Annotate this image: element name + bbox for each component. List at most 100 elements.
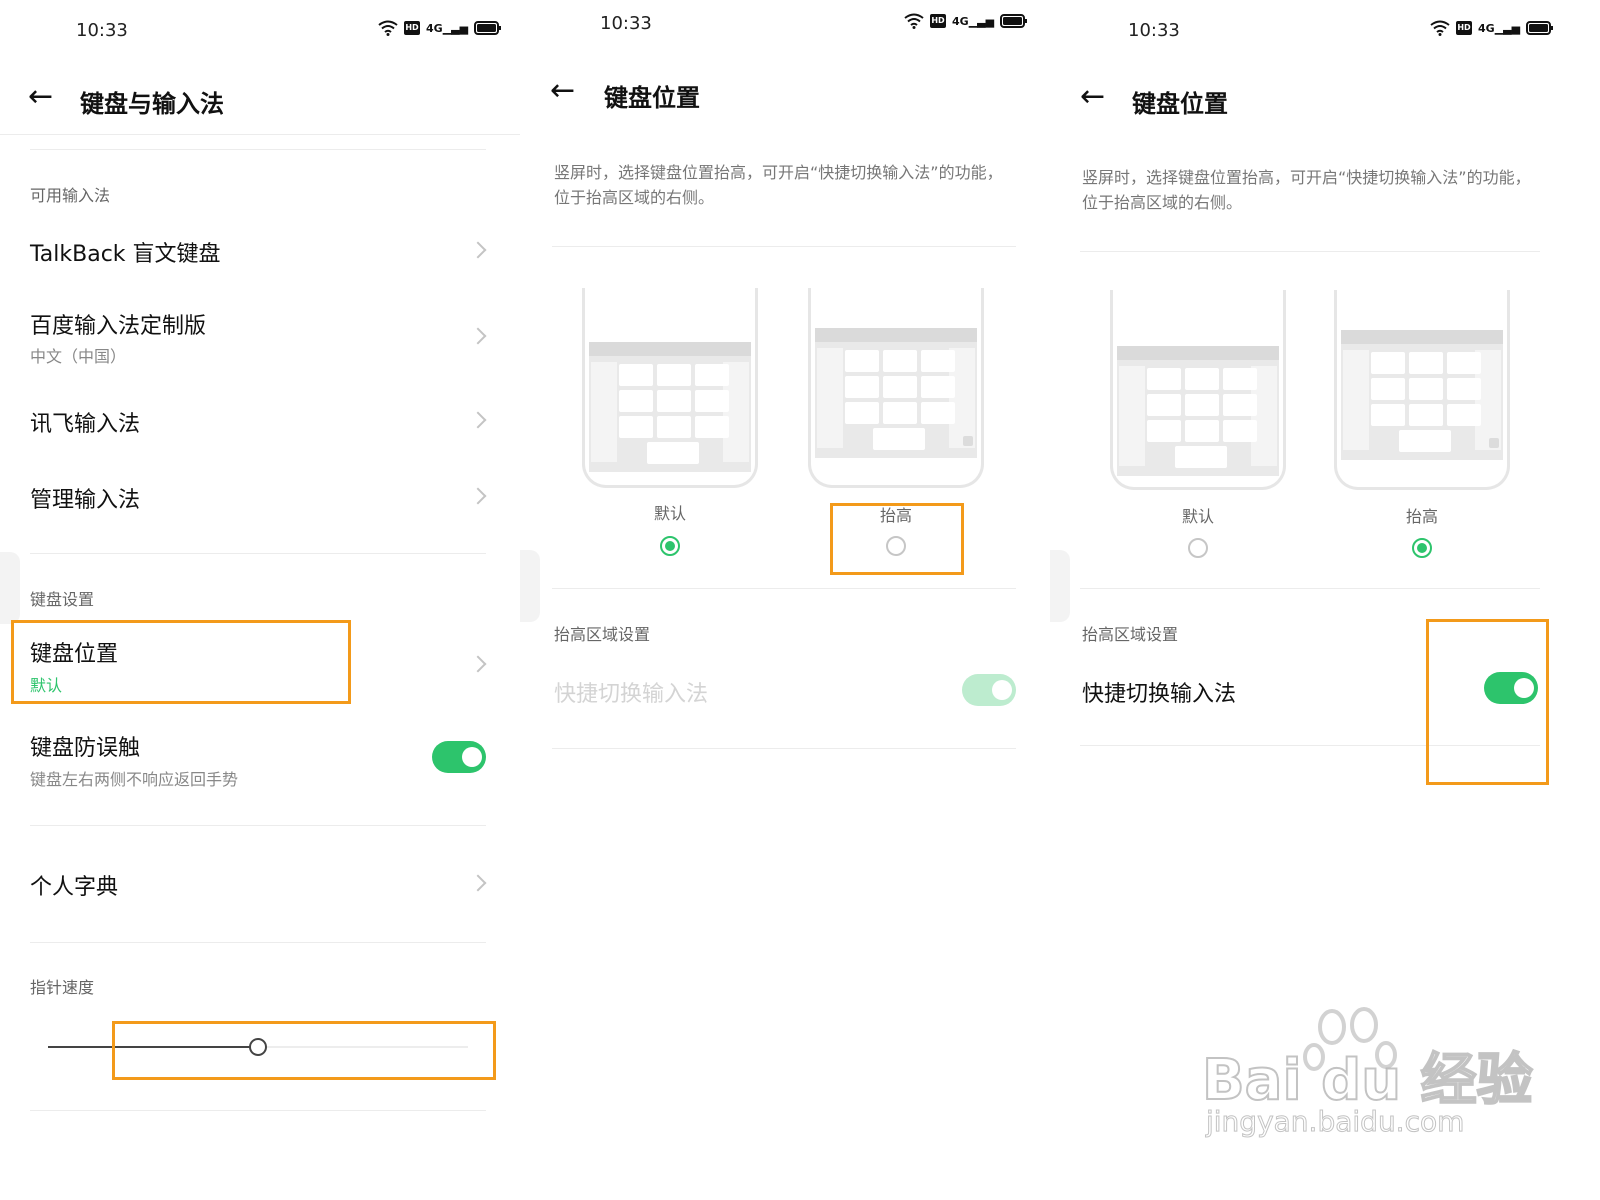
chevron-right-icon bbox=[469, 874, 487, 892]
radio-default[interactable] bbox=[660, 536, 680, 556]
divider bbox=[30, 149, 486, 150]
divider bbox=[552, 748, 1016, 749]
watermark-url: jingyan.baidu.com bbox=[1205, 1105, 1465, 1139]
phone-preview-raised bbox=[1334, 290, 1510, 490]
list-item-title: 讯飞输入法 bbox=[30, 412, 141, 437]
signal-label: 4G bbox=[952, 14, 969, 28]
back-arrow-icon[interactable]: ← bbox=[1080, 82, 1105, 112]
highlight-box bbox=[830, 503, 964, 575]
quick-switch-key bbox=[1489, 438, 1499, 448]
back-arrow-icon[interactable]: ← bbox=[550, 76, 575, 106]
header-divider bbox=[0, 134, 520, 135]
side-gesture-tab bbox=[520, 550, 540, 622]
option-default[interactable]: 默认 bbox=[582, 288, 762, 568]
chevron-right-icon bbox=[469, 327, 487, 345]
signal-icon: 4G▁▃▅ bbox=[426, 21, 469, 35]
watermark-brand: Bai du 经验 bbox=[1201, 1047, 1534, 1114]
signal-icon: 4G▁▃▅ bbox=[952, 14, 995, 28]
option-default[interactable]: 默认 bbox=[1110, 290, 1290, 570]
battery-icon bbox=[1000, 14, 1028, 28]
section-keyboard-settings: 键盘设置 bbox=[30, 590, 95, 609]
list-item-xunfei-ime[interactable]: 讯飞输入法 bbox=[0, 392, 520, 452]
list-item-title: TalkBack 盲文键盘 bbox=[30, 242, 221, 267]
keyboard-illustration bbox=[1341, 330, 1503, 460]
signal-label: 4G bbox=[1478, 21, 1495, 35]
list-item-title: 快捷切换输入法 bbox=[554, 682, 709, 707]
divider bbox=[1080, 251, 1540, 252]
hd-icon: HD bbox=[404, 21, 420, 35]
panel-keyboard-input: 10:33 HD 4G▁▃▅ ← 键盘与输入法 可用输入法 TalkBack 盲… bbox=[0, 0, 520, 1200]
wifi-icon bbox=[904, 13, 924, 29]
phone-preview-default bbox=[1110, 290, 1286, 490]
page-title: 键盘位置 bbox=[1132, 90, 1228, 118]
status-time: 10:33 bbox=[600, 13, 652, 34]
divider bbox=[552, 588, 1016, 589]
highlight-box bbox=[112, 1021, 496, 1080]
side-gesture-tab bbox=[1050, 550, 1070, 622]
mistouch-toggle[interactable] bbox=[432, 741, 486, 773]
quick-switch-toggle[interactable] bbox=[962, 674, 1016, 706]
page-title: 键盘与输入法 bbox=[80, 90, 224, 118]
option-label: 抬高 bbox=[1405, 507, 1438, 526]
signal-label: 4G bbox=[426, 21, 443, 35]
section-pointer-speed: 指针速度 bbox=[30, 978, 95, 997]
divider bbox=[30, 553, 486, 554]
list-item-title: 百度输入法定制版 bbox=[30, 314, 207, 339]
keyboard-illustration bbox=[589, 342, 751, 472]
section-available-ime: 可用输入法 bbox=[30, 186, 111, 205]
list-item-title: 键盘防误触 bbox=[30, 736, 141, 761]
list-item-subtitle: 中文（中国） bbox=[30, 347, 127, 366]
hd-icon: HD bbox=[1456, 21, 1472, 35]
battery-icon bbox=[474, 21, 502, 35]
list-item-title: 快捷切换输入法 bbox=[1082, 682, 1237, 707]
radio-raised[interactable] bbox=[1412, 538, 1432, 558]
list-item-manage-ime[interactable]: 管理输入法 bbox=[0, 468, 520, 528]
option-label: 默认 bbox=[1181, 507, 1214, 526]
toggle-knob bbox=[462, 747, 482, 767]
chevron-right-icon bbox=[469, 411, 487, 429]
divider bbox=[30, 942, 486, 943]
page-description: 竖屏时，选择键盘位置抬高，可开启“快捷切换输入法”的功能，位于抬高区域的右侧。 bbox=[1082, 168, 1531, 212]
list-item-subtitle: 键盘左右两侧不响应返回手势 bbox=[30, 770, 239, 789]
wifi-icon bbox=[1430, 20, 1450, 36]
wifi-icon bbox=[378, 20, 398, 36]
list-item-mistouch: 键盘防误触 键盘左右两侧不响应返回手势 bbox=[0, 720, 520, 800]
status-time: 10:33 bbox=[1128, 20, 1180, 41]
section-raised-area: 抬高区域设置 bbox=[554, 625, 651, 644]
panel-keyboard-position-raised: 10:33 HD 4G▁▃▅ ← 键盘位置 竖屏时，选择键盘位置抬高，可开启“快… bbox=[1050, 0, 1600, 1200]
page-description: 竖屏时，选择键盘位置抬高，可开启“快捷切换输入法”的功能，位于抬高区域的右侧。 bbox=[554, 163, 1003, 207]
list-item-baidu-ime[interactable]: 百度输入法定制版 中文（中国） bbox=[0, 300, 520, 372]
list-item-talkback[interactable]: TalkBack 盲文键盘 bbox=[0, 220, 520, 280]
status-time: 10:33 bbox=[76, 20, 128, 41]
option-label: 默认 bbox=[653, 504, 686, 523]
quick-switch-key bbox=[963, 436, 973, 446]
panel-keyboard-position-default: 10:33 HD 4G▁▃▅ ← 键盘位置 竖屏时，选择键盘位置抬高，可开启“快… bbox=[520, 0, 1050, 1200]
list-item-personal-dictionary[interactable]: 个人字典 bbox=[0, 855, 520, 915]
toggle-knob bbox=[992, 680, 1012, 700]
list-item-title: 管理输入法 bbox=[30, 488, 141, 513]
battery-icon bbox=[1526, 21, 1554, 35]
chevron-right-icon bbox=[469, 655, 487, 673]
keyboard-illustration bbox=[1117, 346, 1279, 476]
list-item-title: 个人字典 bbox=[30, 875, 119, 900]
radio-default[interactable] bbox=[1188, 538, 1208, 558]
back-arrow-icon[interactable]: ← bbox=[28, 82, 53, 112]
highlight-box bbox=[11, 620, 351, 704]
highlight-box bbox=[1426, 619, 1549, 785]
divider bbox=[552, 246, 1016, 247]
divider bbox=[30, 1110, 486, 1111]
hd-icon: HD bbox=[930, 14, 946, 28]
chevron-right-icon bbox=[469, 487, 487, 505]
signal-icon: 4G▁▃▅ bbox=[1478, 21, 1521, 35]
phone-preview-raised bbox=[808, 288, 984, 488]
divider bbox=[1080, 588, 1540, 589]
divider bbox=[30, 825, 486, 826]
side-gesture-tab bbox=[0, 552, 20, 624]
phone-preview-default bbox=[582, 288, 758, 488]
list-item-quick-switch: 快捷切换输入法 bbox=[520, 660, 1050, 720]
chevron-right-icon bbox=[469, 241, 487, 259]
option-raised[interactable]: 抬高 bbox=[1334, 290, 1514, 570]
keyboard-illustration bbox=[815, 328, 977, 458]
page-title: 键盘位置 bbox=[604, 84, 700, 112]
section-raised-area: 抬高区域设置 bbox=[1082, 625, 1179, 644]
